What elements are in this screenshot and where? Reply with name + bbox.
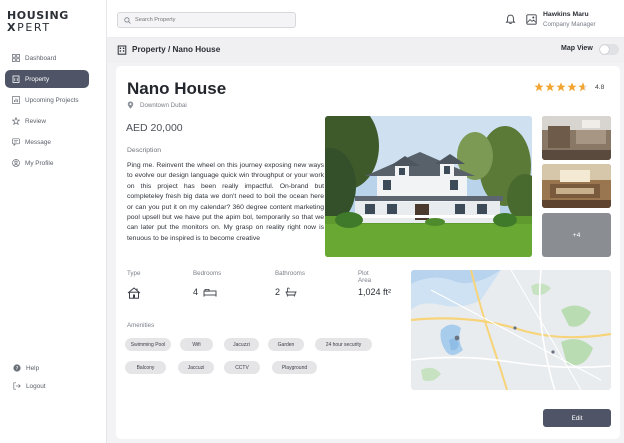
brand-line-2-rest: PERT xyxy=(17,21,51,34)
sidebar-bottom: ? Help Logout xyxy=(13,362,46,398)
search-input[interactable] xyxy=(135,17,285,23)
amenity-chip: 24 hour security xyxy=(315,338,372,351)
description-label: Description xyxy=(127,147,161,154)
amenity-chip: Playground xyxy=(272,361,317,374)
sidebar-item-label: Help xyxy=(26,364,40,372)
amenity-chip: Swimming Pool xyxy=(125,338,171,351)
brand-x-mark: X xyxy=(7,21,18,34)
star-icon xyxy=(567,82,577,92)
attr-bathrooms-label: Bathrooms xyxy=(275,270,305,277)
star-icon xyxy=(534,82,544,92)
bell-icon[interactable] xyxy=(505,14,516,25)
svg-text:?: ? xyxy=(16,366,19,372)
amenity-chip: Garden xyxy=(268,338,304,351)
user-circle-icon xyxy=(12,159,20,167)
house-type-icon xyxy=(127,287,141,299)
sidebar-item-logout[interactable]: Logout xyxy=(13,380,46,392)
amenity-chip: Wifi xyxy=(180,338,213,351)
attr-plot-area: Plot Area 1,024 ft² xyxy=(358,270,391,297)
location-pin-icon xyxy=(127,101,134,109)
bed-icon xyxy=(203,288,217,297)
attr-bedrooms-value-wrap: 4 xyxy=(193,287,217,297)
building-icon xyxy=(117,45,127,55)
sidebar-item-my-profile[interactable]: My Profile xyxy=(5,154,89,172)
sidebar-item-label: Dashboard xyxy=(25,54,57,62)
main-property-photo[interactable] xyxy=(325,116,532,257)
plot-area-value: 1,024 ft² xyxy=(358,287,392,297)
sidebar-nav: Dashboard Property Upcoming Projects Rev… xyxy=(5,49,89,175)
map-view-label: Map View xyxy=(561,45,593,52)
building-icon xyxy=(12,75,20,83)
grid-icon xyxy=(12,54,20,62)
sidebar-item-label: Property xyxy=(25,75,50,83)
property-card: Nano House Downtown Dubai 4.8 AED 20,000… xyxy=(116,66,620,439)
sidebar-item-label: Message xyxy=(25,138,51,146)
topbar: Hawkins Maru Company Manager xyxy=(107,0,624,38)
attr-bedrooms-label: Bedrooms xyxy=(193,270,222,277)
edit-button[interactable]: Edit xyxy=(543,409,611,427)
star-outline-icon xyxy=(12,117,20,125)
bathtub-icon xyxy=(285,287,297,297)
property-price: AED 20,000 xyxy=(126,122,183,134)
attr-plot-label: Plot Area xyxy=(358,270,372,284)
attr-type: Type xyxy=(127,270,141,299)
sidebar-item-label: Upcoming Projects xyxy=(25,96,79,104)
sidebar-item-review[interactable]: Review xyxy=(5,112,89,130)
user-name[interactable]: Hawkins Maru xyxy=(543,11,589,18)
sidebar-item-upcoming-projects[interactable]: Upcoming Projects xyxy=(5,91,89,109)
search-icon xyxy=(124,16,131,24)
sidebar-item-message[interactable]: Message xyxy=(5,133,89,151)
amenity-chip: Balcony xyxy=(125,361,166,374)
location-text: Downtown Dubai xyxy=(140,101,187,109)
map-view-toggle[interactable] xyxy=(599,44,619,55)
property-thumbnail-2[interactable] xyxy=(542,164,611,208)
sidebar-item-help[interactable]: ? Help xyxy=(13,362,46,374)
property-thumbnail-1[interactable] xyxy=(542,116,611,160)
search-box[interactable] xyxy=(117,12,296,28)
toggle-knob xyxy=(600,45,609,54)
brand-logo[interactable]: HOUSING XPERT xyxy=(7,10,77,34)
help-icon: ? xyxy=(13,364,21,372)
property-title: Nano House xyxy=(127,79,227,98)
chart-icon xyxy=(12,96,20,104)
page-header: Property / Nano House Map View xyxy=(107,38,624,63)
amenities-label: Amenities xyxy=(127,322,155,329)
amenity-chip: Jaccuzi xyxy=(178,361,214,374)
attr-bathrooms-value-wrap: 2 xyxy=(275,287,297,297)
rating-value: 4.8 xyxy=(595,83,605,91)
profile-image-icon[interactable] xyxy=(526,14,537,25)
message-icon xyxy=(12,138,20,146)
more-photos-thumbnail[interactable]: +4 xyxy=(542,213,611,257)
sidebar-item-dashboard[interactable]: Dashboard xyxy=(5,49,89,67)
half-star-icon xyxy=(578,82,588,92)
attr-type-label: Type xyxy=(127,270,141,277)
star-icon xyxy=(556,82,566,92)
sidebar-item-label: Logout xyxy=(26,382,46,390)
sidebar-item-label: Review xyxy=(25,117,46,125)
star-icon xyxy=(545,82,555,92)
property-location: Downtown Dubai xyxy=(127,101,187,109)
bathrooms-value: 2 xyxy=(275,287,281,297)
logout-icon xyxy=(13,382,21,390)
location-map[interactable] xyxy=(411,270,611,390)
attr-bedrooms: Bedrooms 4 xyxy=(193,270,222,297)
attr-bathrooms: Bathrooms 2 xyxy=(275,270,305,297)
amenity-chip: CCTV xyxy=(224,361,260,374)
breadcrumb: Property / Nano House xyxy=(132,45,221,54)
property-description: Ping me. Reinvent the wheel on this jour… xyxy=(127,162,324,242)
brand-line-2: XPERT xyxy=(7,22,77,34)
sidebar-item-property[interactable]: Property xyxy=(5,70,89,88)
sidebar: HOUSING XPERT Dashboard Property Upcomin… xyxy=(0,0,107,443)
amenity-chip: Jacuzzi xyxy=(224,338,259,351)
user-role: Company Manager xyxy=(543,21,596,28)
sidebar-item-label: My Profile xyxy=(25,159,54,167)
bedrooms-value: 4 xyxy=(193,287,199,297)
rating: 4.8 xyxy=(534,82,604,92)
